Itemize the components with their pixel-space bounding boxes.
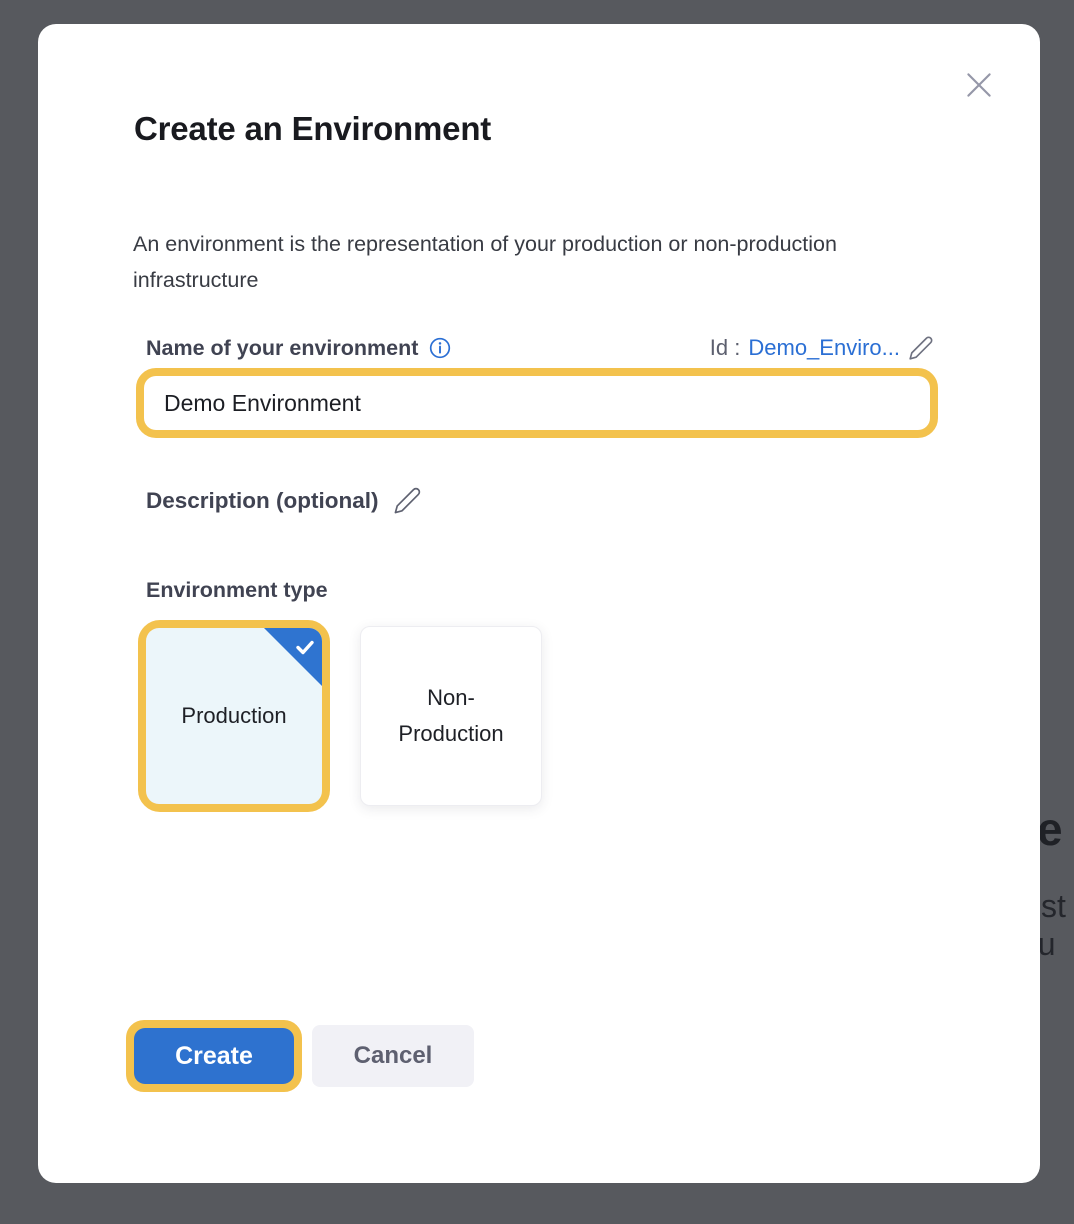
non-production-card-label: Non-Production (387, 680, 515, 752)
create-button-label: Create (175, 1042, 253, 1071)
background-text-fragment: e (1037, 806, 1063, 852)
environment-name-input[interactable] (144, 376, 930, 430)
background-text-fragment: st (1041, 890, 1066, 922)
description-label: Description (optional) (146, 488, 379, 514)
create-environment-modal: Create an Environment An environment is … (38, 24, 1040, 1183)
create-button[interactable]: Create (134, 1028, 294, 1084)
checkmark-icon (293, 635, 317, 659)
environment-id-link[interactable]: Demo_Enviro... (748, 335, 900, 361)
cancel-button[interactable]: Cancel (312, 1025, 474, 1087)
close-icon (962, 68, 996, 102)
environment-type-option-production[interactable]: Production (146, 628, 322, 804)
name-field-label: Name of your environment (146, 336, 418, 361)
environment-type-label: Environment type (146, 578, 328, 603)
description-field-row: Description (optional) (146, 486, 422, 515)
environment-type-option-non-production[interactable]: Non-Production (360, 626, 542, 806)
name-input-highlight-ring (136, 368, 938, 438)
modal-title: Create an Environment (134, 110, 491, 148)
edit-id-pencil-icon[interactable] (908, 335, 934, 361)
production-card-label: Production (181, 698, 286, 734)
info-icon[interactable] (428, 336, 452, 360)
modal-description: An environment is the representation of … (133, 226, 878, 298)
production-card-highlight-ring: Production (138, 620, 330, 812)
name-field-label-row: Name of your environment Id : Demo_Envir… (146, 330, 934, 366)
create-button-highlight-ring: Create (126, 1020, 302, 1092)
close-button[interactable] (960, 66, 998, 104)
environment-id-prefix: Id : (710, 335, 741, 361)
edit-description-pencil-icon[interactable] (393, 486, 422, 515)
cancel-button-label: Cancel (354, 1042, 433, 1070)
environment-id-group: Id : Demo_Enviro... (710, 335, 934, 361)
